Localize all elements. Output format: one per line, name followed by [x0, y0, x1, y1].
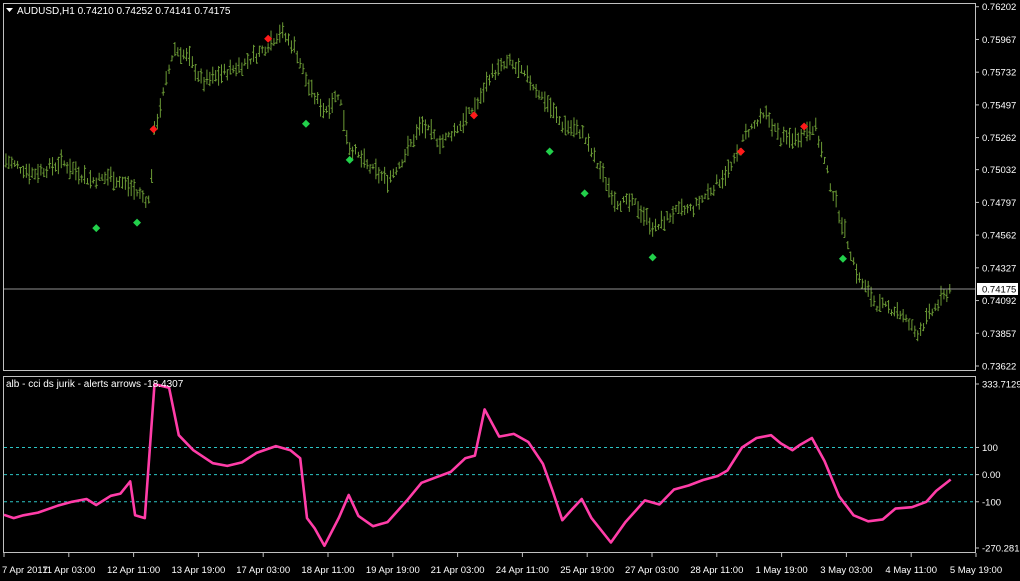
indicator-axis: 333.7129 100 0.00 -100 -270.2815 [975, 380, 1020, 555]
sell-arrow [149, 125, 158, 134]
buy-arrow [648, 253, 657, 262]
indicator-tick-label: -100 [982, 497, 1001, 508]
buy-arrow [580, 189, 589, 198]
time-tick-label: 1 May 19:00 [755, 565, 807, 576]
indicator-tick-label: 0.00 [982, 470, 1001, 481]
buy-arrow [545, 147, 554, 156]
buy-arrow [838, 254, 847, 263]
time-tick-label: 18 Apr 11:00 [301, 565, 354, 576]
buy-arrow [301, 119, 310, 128]
time-tick-label: 13 Apr 19:00 [171, 565, 225, 576]
signal-arrows [92, 34, 847, 263]
price-tick-label: 0.74327 [982, 263, 1016, 274]
indicator-title: alb - cci ds jurik - alerts arrows -18.4… [6, 379, 184, 390]
price-bars [4, 22, 975, 342]
price-tick-label: 0.73622 [982, 362, 1016, 373]
indicator-tick-label: 100 [982, 443, 998, 454]
price-tick-label: 0.74092 [982, 296, 1016, 307]
price-tick-label: 0.74797 [982, 198, 1016, 209]
time-tick-label: 27 Apr 03:00 [625, 565, 679, 576]
time-tick-label: 7 Apr 2017 [2, 565, 48, 576]
price-tick-label: 0.75497 [982, 100, 1016, 111]
cci-line [3, 382, 952, 548]
time-tick-label: 3 May 03:00 [820, 565, 872, 576]
indicator-tick-label: 333.7129 [982, 380, 1020, 391]
price-tick-label: 0.75732 [982, 68, 1016, 79]
current-price-label: 0.74175 [982, 284, 1016, 295]
cci-series-path [3, 382, 952, 548]
sell-arrow [469, 111, 478, 120]
time-tick-label: 5 May 19:00 [950, 565, 1002, 576]
price-tick-label: 0.74562 [982, 231, 1016, 242]
price-chart-title: AUDUSD,H1 0.74210 0.74252 0.74141 0.7417… [17, 6, 231, 17]
time-tick-label: 28 Apr 11:00 [690, 565, 743, 576]
indicator-tick-label: -270.2815 [982, 544, 1020, 555]
time-tick-label: 24 Apr 11:00 [496, 565, 549, 576]
time-tick-label: 21 Apr 03:00 [431, 565, 485, 576]
chart-canvas: 0.76202 0.75967 0.75732 0.75497 0.75262 0.750… [2, 2, 1020, 576]
time-axis: 7 Apr 201711 Apr 03:00 12 Apr 11:00 13 Apr… [2, 553, 1002, 576]
price-tick-label: 0.75262 [982, 133, 1016, 144]
time-tick-label: 17 Apr 03:00 [236, 565, 290, 576]
time-tick-label: 19 Apr 19:00 [366, 565, 420, 576]
price-pane-frame [3, 3, 976, 371]
time-tick-label: 25 Apr 19:00 [560, 565, 614, 576]
buy-arrow [92, 224, 101, 233]
time-tick-label: 4 May 11:00 [885, 565, 937, 576]
price-tick-label: 0.75032 [982, 165, 1016, 176]
buy-arrow [133, 218, 142, 227]
price-tick-label: 0.73857 [982, 329, 1016, 340]
price-axis: 0.76202 0.75967 0.75732 0.75497 0.75262 0.750… [975, 2, 1018, 373]
price-tick-label: 0.75967 [982, 35, 1016, 46]
time-tick-label: 11 Apr 03:00 [42, 565, 95, 576]
symbol-dropdown-icon[interactable] [6, 8, 13, 12]
time-tick-label: 12 Apr 11:00 [107, 565, 160, 576]
price-tick-label: 0.76202 [982, 2, 1016, 13]
sell-arrow [736, 147, 745, 156]
